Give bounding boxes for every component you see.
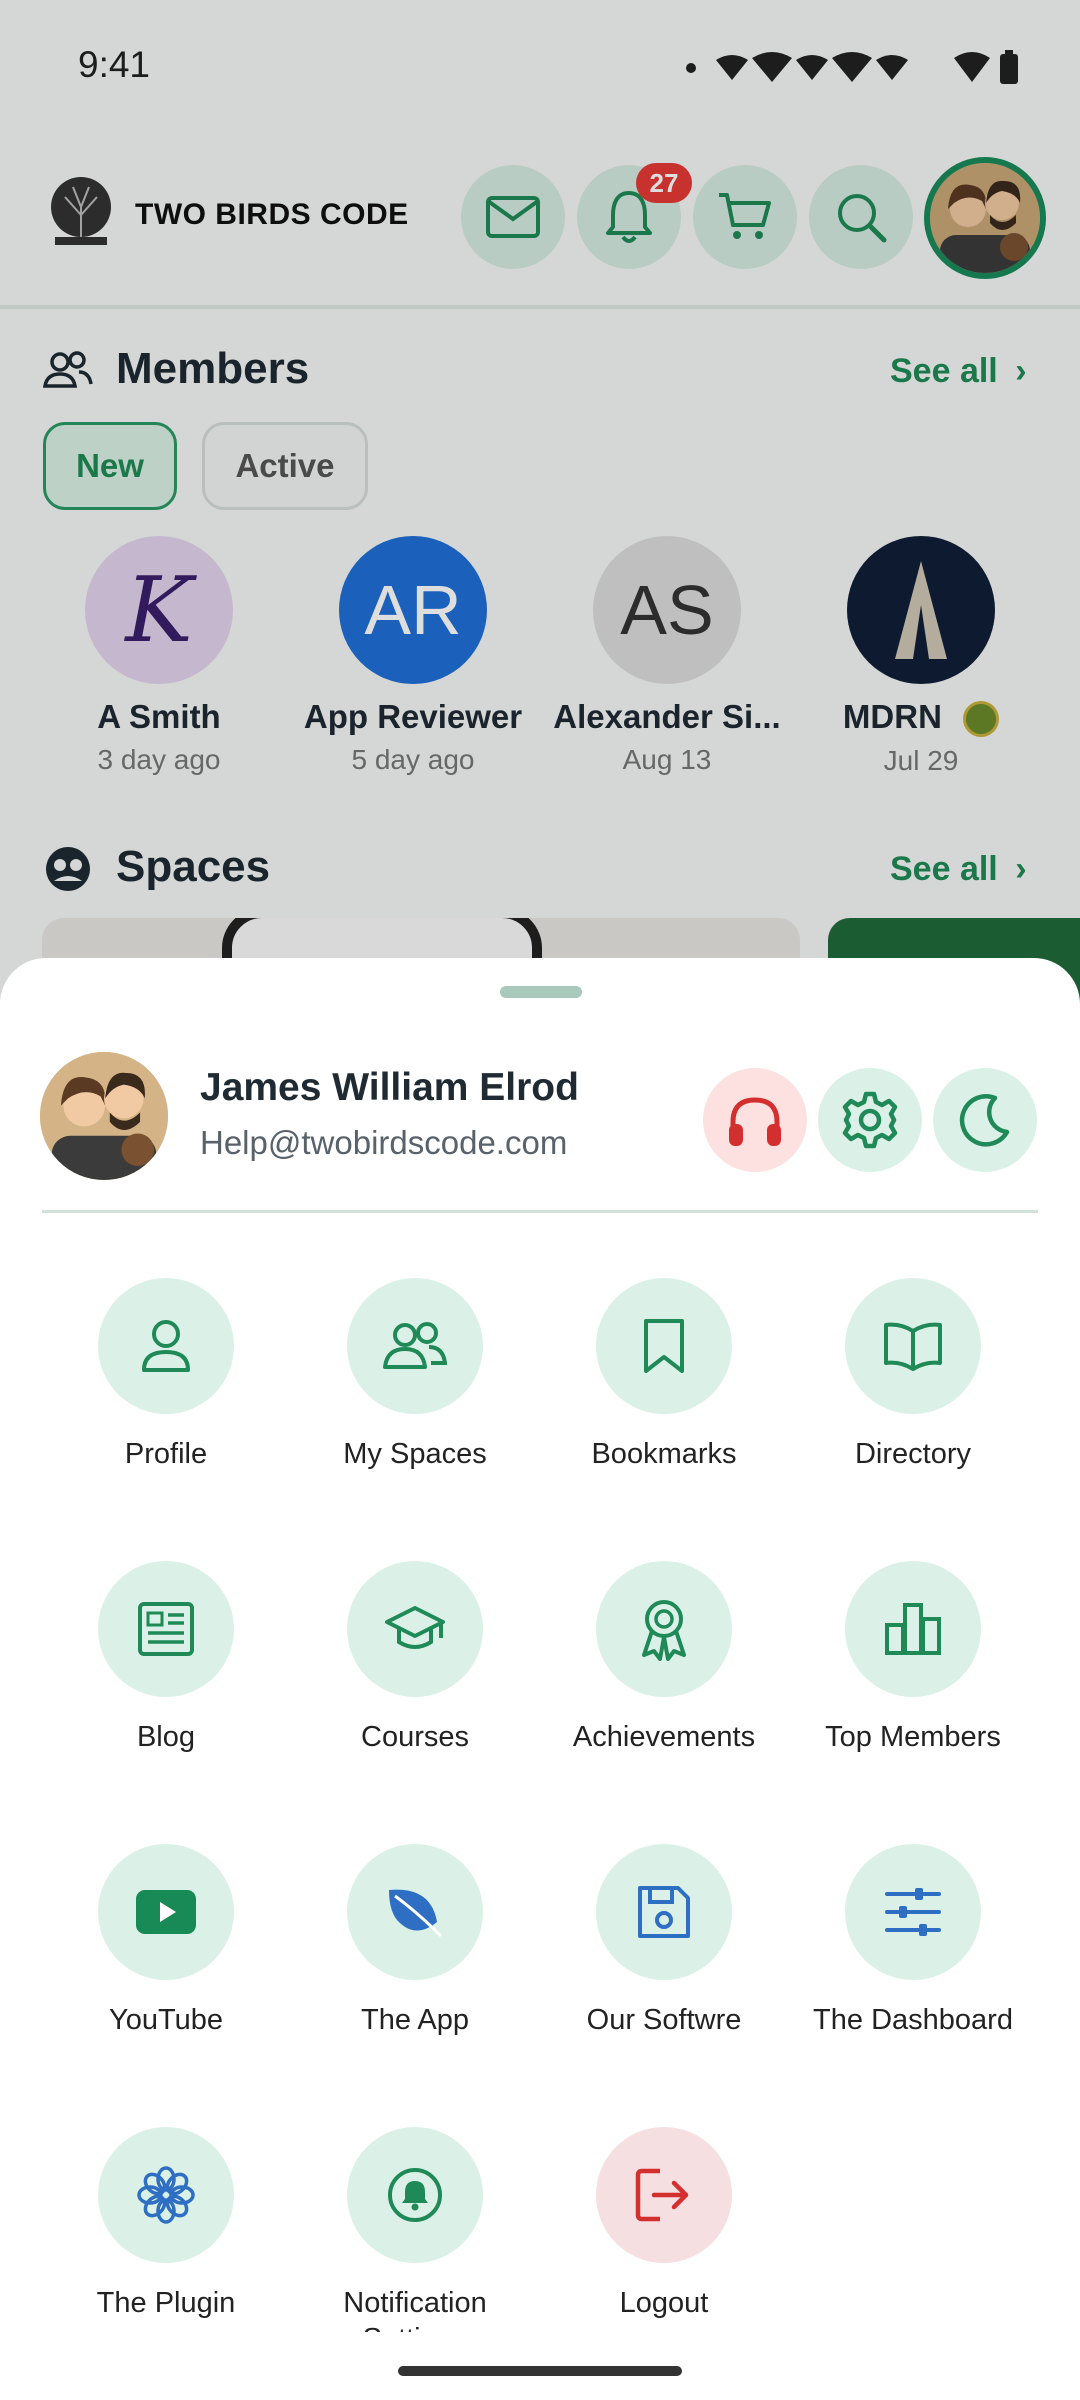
graduation-cap-icon <box>385 1606 445 1649</box>
leaf-icon <box>389 1889 443 1938</box>
menu-icon-circle <box>596 2127 732 2263</box>
menu-item-the-dashboard[interactable]: The Dashboard <box>788 1844 1038 2038</box>
bar-chart-icon <box>885 1603 941 1655</box>
menu-label: My Spaces <box>343 1438 487 1470</box>
avatar-illustration-icon <box>40 1052 168 1180</box>
menu-label: Achievements <box>572 1721 756 1753</box>
menu-icon-circle <box>347 1278 483 1414</box>
menu-icon-circle <box>845 1561 981 1697</box>
menu-item-directory[interactable]: Directory <box>788 1278 1038 1472</box>
flower-icon <box>137 2166 195 2224</box>
logout-icon <box>635 2168 689 2222</box>
headphones-icon <box>729 1097 781 1146</box>
user-name: James William Elrod <box>200 1066 579 1109</box>
menu-item-logout[interactable]: Logout <box>539 2127 789 2321</box>
menu-item-courses[interactable]: Courses <box>290 1561 540 1755</box>
menu-label: Bookmarks <box>591 1438 737 1470</box>
menu-item-the-app[interactable]: The App <box>290 1844 540 2038</box>
menu-label: Directory <box>854 1438 971 1470</box>
menu-icon-circle <box>347 2127 483 2263</box>
menu-label: The Plugin <box>96 2287 236 2319</box>
menu-label: Blog <box>136 1721 196 1753</box>
bookmark-icon <box>644 1319 684 1373</box>
menu-icon-circle <box>98 1278 234 1414</box>
group-icon <box>383 1322 447 1369</box>
home-indicator[interactable] <box>398 2366 682 2376</box>
menu-item-the-plugin[interactable]: The Plugin <box>41 2127 291 2321</box>
menu-item-our-software[interactable]: Our Softwre <box>539 1844 789 2038</box>
drag-handle[interactable] <box>500 986 582 998</box>
menu-item-bookmarks[interactable]: Bookmarks <box>539 1278 789 1472</box>
menu-icon-circle <box>845 1844 981 1980</box>
floppy-disk-icon <box>638 1886 690 1938</box>
settings-button[interactable] <box>818 1068 922 1172</box>
menu-item-notification-settings[interactable]: Notification Settings <box>290 2127 540 2332</box>
menu-label: The Dashboard <box>813 2004 1013 2036</box>
newspaper-icon <box>138 1602 194 1656</box>
book-icon <box>884 1322 942 1371</box>
menu-item-achievements[interactable]: Achievements <box>539 1561 789 1755</box>
dark-mode-button[interactable] <box>933 1068 1037 1172</box>
user-avatar[interactable] <box>40 1052 168 1180</box>
bell-circle-icon <box>388 2168 442 2222</box>
menu-icon-circle <box>596 1278 732 1414</box>
menu-label: Profile <box>124 1438 208 1470</box>
gear-icon <box>842 1091 898 1149</box>
menu-label: Courses <box>361 1721 469 1753</box>
menu-label: Top Members <box>825 1721 1001 1753</box>
menu-item-my-spaces[interactable]: My Spaces <box>290 1278 540 1472</box>
sheet-divider <box>42 1210 1038 1213</box>
menu-item-top-members[interactable]: Top Members <box>788 1561 1038 1755</box>
menu-icon-circle <box>347 1561 483 1697</box>
menu-icon-circle <box>596 1844 732 1980</box>
account-bottom-sheet: James William Elrod Help@twobirdscode.co… <box>0 958 1080 2400</box>
menu-label: Logout <box>619 2287 709 2319</box>
person-icon <box>142 1320 190 1372</box>
menu-label: YouTube <box>109 2004 223 2036</box>
youtube-icon <box>136 1890 196 1934</box>
menu-icon-circle <box>98 1561 234 1697</box>
menu-label: Notification Settings <box>343 2287 487 2332</box>
moon-icon <box>959 1094 1010 1147</box>
sliders-icon <box>885 1888 941 1936</box>
scrim-overlay[interactable] <box>0 0 1080 1000</box>
award-icon <box>642 1600 686 1661</box>
menu-icon-circle <box>845 1278 981 1414</box>
menu-icon-circle <box>347 1844 483 1980</box>
menu-item-profile[interactable]: Profile <box>41 1278 291 1472</box>
user-email: Help@twobirdscode.com <box>200 1124 568 1161</box>
menu-label: Our Softwre <box>586 2004 742 2036</box>
menu-icon-circle <box>98 1844 234 1980</box>
support-button[interactable] <box>703 1068 807 1172</box>
menu-icon-circle <box>98 2127 234 2263</box>
menu-item-blog[interactable]: Blog <box>41 1561 291 1755</box>
menu-label: The App <box>360 2004 470 2036</box>
menu-icon-circle <box>596 1561 732 1697</box>
menu-item-youtube[interactable]: YouTube <box>41 1844 291 2038</box>
